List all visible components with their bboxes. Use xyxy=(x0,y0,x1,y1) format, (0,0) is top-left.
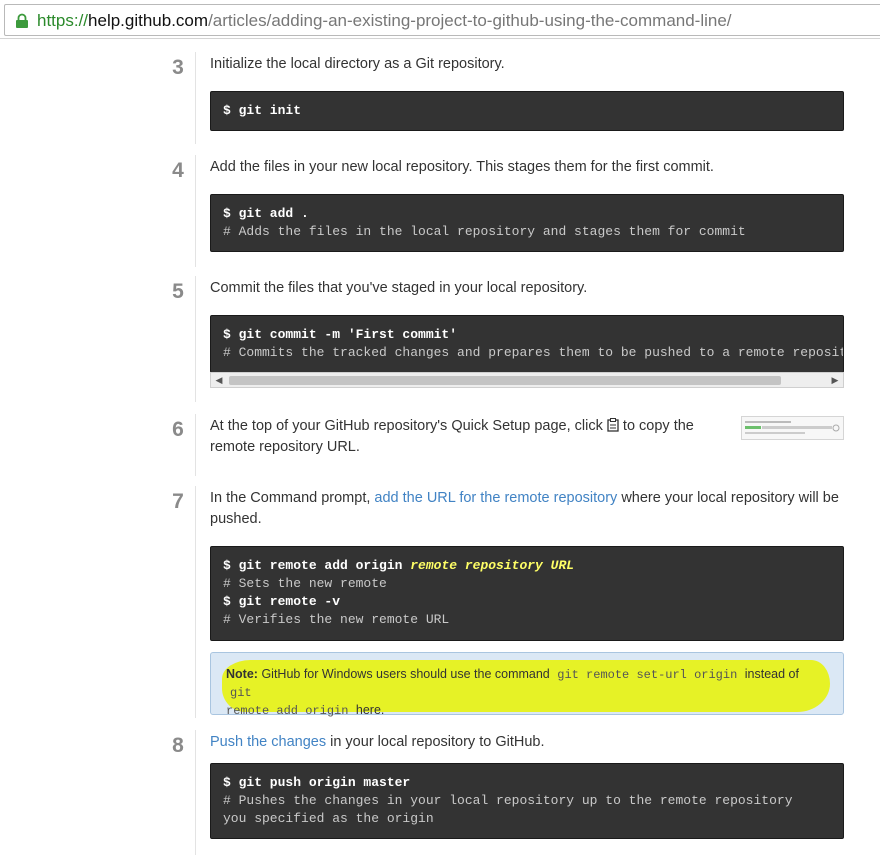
step-text: Push the changes in your local repositor… xyxy=(210,734,545,750)
step-rail xyxy=(195,155,196,267)
horizontal-scrollbar[interactable]: ◀ ▶ xyxy=(210,372,844,388)
code-placeholder: remote repository URL xyxy=(410,558,575,573)
address-bar[interactable]: https://help.github.com/articles/adding-… xyxy=(0,0,880,39)
step-rail xyxy=(195,52,196,144)
code-comment: # Pushes the changes in your local repos… xyxy=(223,793,793,808)
step-number: 6 xyxy=(172,418,184,441)
scroll-left-icon[interactable]: ◀ xyxy=(211,373,227,387)
code-line: $ git remote add origin xyxy=(223,558,411,573)
clipboard-icon xyxy=(607,418,619,432)
step-number: 5 xyxy=(172,280,184,303)
step-text: In the Command prompt, add the URL for t… xyxy=(210,490,839,527)
code-comment: # Verifies the new remote URL xyxy=(223,612,450,627)
quick-setup-screenshot-thumbnail xyxy=(741,416,844,440)
code-line: $ git push origin master xyxy=(223,775,411,790)
code-comment: # Adds the files in the local repository… xyxy=(223,224,746,239)
step-number: 4 xyxy=(172,159,184,182)
step-number: 7 xyxy=(172,490,184,513)
code-block[interactable]: $ git init xyxy=(210,91,844,131)
code-block[interactable]: $ git commit -m 'First commit' # Commits… xyxy=(210,315,844,373)
step-rail xyxy=(195,414,196,476)
note-text: Note: GitHub for Windows users should us… xyxy=(226,667,799,718)
step-number: 8 xyxy=(172,734,184,757)
step-rail xyxy=(195,276,196,402)
code-line: $ git init xyxy=(223,103,302,118)
add-remote-url-link[interactable]: add the URL for the remote repository xyxy=(374,490,617,506)
code-line: $ git add . xyxy=(223,206,309,221)
step-text: Initialize the local directory as a Git … xyxy=(210,56,505,72)
push-changes-link[interactable]: Push the changes xyxy=(210,734,326,750)
step-rail xyxy=(195,486,196,718)
step-rail xyxy=(195,730,196,855)
code-block[interactable]: $ git push origin master # Pushes the ch… xyxy=(210,763,844,839)
step-number: 3 xyxy=(172,56,184,79)
url-text[interactable]: https://help.github.com/articles/adding-… xyxy=(37,11,732,31)
scrollbar-thumb[interactable] xyxy=(229,376,781,385)
code-line: $ git remote -v xyxy=(223,594,341,609)
thumbnail-image xyxy=(745,421,840,434)
step-text: Commit the files that you've staged in y… xyxy=(210,280,588,296)
code-comment: # Commits the tracked changes and prepar… xyxy=(223,345,844,360)
code-block[interactable]: $ git remote add origin remote repositor… xyxy=(210,546,844,641)
lock-icon xyxy=(16,13,28,28)
step-text: At the top of your GitHub repository's Q… xyxy=(210,418,694,455)
scroll-right-icon[interactable]: ▶ xyxy=(827,373,843,387)
code-comment: # Sets the new remote xyxy=(223,576,387,591)
code-comment: you specified as the origin xyxy=(223,811,434,826)
code-block[interactable]: $ git add . # Adds the files in the loca… xyxy=(210,194,844,252)
code-line: $ git commit -m 'First commit' xyxy=(223,327,458,342)
step-text: Add the files in your new local reposito… xyxy=(210,159,714,175)
